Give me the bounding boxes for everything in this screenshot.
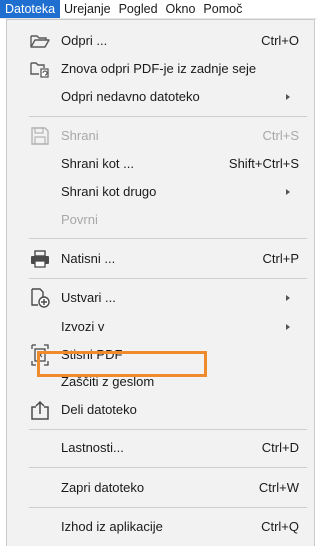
menu-item-label: Povrni xyxy=(61,212,98,227)
menu-separator xyxy=(29,278,307,279)
menu-item-shortcut: Ctrl+S xyxy=(262,128,299,143)
menu-separator xyxy=(29,507,307,508)
menu-item-properties[interactable]: Lastnosti... Ctrl+D xyxy=(7,435,314,461)
submenu-arrow-icon xyxy=(286,189,290,195)
submenu-arrow-icon xyxy=(286,94,290,100)
menu-item-close-file[interactable]: Zapri datoteko Ctrl+W xyxy=(7,475,314,501)
submenu-arrow-icon xyxy=(286,295,290,301)
menubar-view[interactable]: Pogled xyxy=(115,0,162,18)
file-menu-dropdown: Odpri ... Ctrl+O Znova odpri PDF-je iz z… xyxy=(6,19,315,546)
menu-item-shortcut: Shift+Ctrl+S xyxy=(228,156,299,171)
save-icon xyxy=(29,123,51,149)
menu-separator xyxy=(29,116,307,117)
menu-item-label: Odpri ... xyxy=(61,33,108,48)
menu-separator xyxy=(29,467,307,468)
create-pdf-icon xyxy=(29,285,51,311)
menubar-edit[interactable]: Urejanje xyxy=(60,0,115,18)
menu-separator xyxy=(29,238,307,239)
menu-item-shortcut: Ctrl+P xyxy=(262,251,299,266)
folder-open-icon xyxy=(29,28,51,54)
menu-item-shortcut: Ctrl+D xyxy=(261,440,299,455)
menu-item-exit-application[interactable]: Izhod iz aplikacije Ctrl+Q xyxy=(7,514,314,540)
menu-item-label: Izhod iz aplikacije xyxy=(61,519,163,534)
menu-item-shortcut: Ctrl+W xyxy=(258,480,299,495)
menu-item-open-recent[interactable]: Odpri nedavno datoteko xyxy=(7,84,314,110)
menu-item-revert[interactable]: Povrni xyxy=(7,207,314,233)
menu-bar: Datoteka Urejanje Pogled Okno Pomoč xyxy=(0,0,317,19)
menu-item-label: Shrani xyxy=(61,128,99,143)
menu-item-label: Shrani kot ... xyxy=(61,156,134,171)
printer-icon xyxy=(29,246,51,272)
menu-item-label: Izvozi v xyxy=(61,319,105,334)
menu-item-label: Lastnosti... xyxy=(61,440,124,455)
menu-item-save[interactable]: Shrani Ctrl+S xyxy=(7,123,314,149)
menu-item-shortcut: Ctrl+Q xyxy=(261,519,299,534)
menu-item-label: Natisni ... xyxy=(61,251,116,266)
menu-item-label: Odpri nedavno datoteko xyxy=(61,89,200,104)
highlight-box xyxy=(37,351,207,377)
menubar-file[interactable]: Datoteka xyxy=(0,0,61,18)
share-icon xyxy=(29,397,51,423)
menu-item-export-to[interactable]: Izvozi v xyxy=(7,314,314,340)
menu-item-open[interactable]: Odpri ... Ctrl+O xyxy=(7,28,314,54)
menu-item-create[interactable]: Ustvari ... xyxy=(7,285,314,311)
menu-item-share-file[interactable]: Deli datoteko xyxy=(7,397,314,423)
menu-item-reopen-session[interactable]: Znova odpri PDF-je iz zadnje seje xyxy=(7,56,314,82)
menu-item-label: Znova odpri PDF-je iz zadnje seje xyxy=(61,61,257,76)
menu-item-label: Shrani kot drugo xyxy=(61,184,157,199)
menu-item-label: Zapri datoteko xyxy=(61,480,145,495)
menu-item-save-as[interactable]: Shrani kot ... Shift+Ctrl+S xyxy=(7,151,314,177)
menu-item-label: Deli datoteko xyxy=(61,402,137,417)
menu-separator xyxy=(29,429,307,430)
menu-item-label: Ustvari ... xyxy=(61,290,116,305)
menubar-window[interactable]: Okno xyxy=(162,0,200,18)
menu-item-save-as-other[interactable]: Shrani kot drugo xyxy=(7,179,314,205)
menu-item-print[interactable]: Natisni ... Ctrl+P xyxy=(7,246,314,272)
reopen-session-icon xyxy=(29,56,51,82)
menu-item-shortcut: Ctrl+O xyxy=(261,33,299,48)
menubar-help[interactable]: Pomoč xyxy=(199,0,246,18)
submenu-arrow-icon xyxy=(286,324,290,330)
